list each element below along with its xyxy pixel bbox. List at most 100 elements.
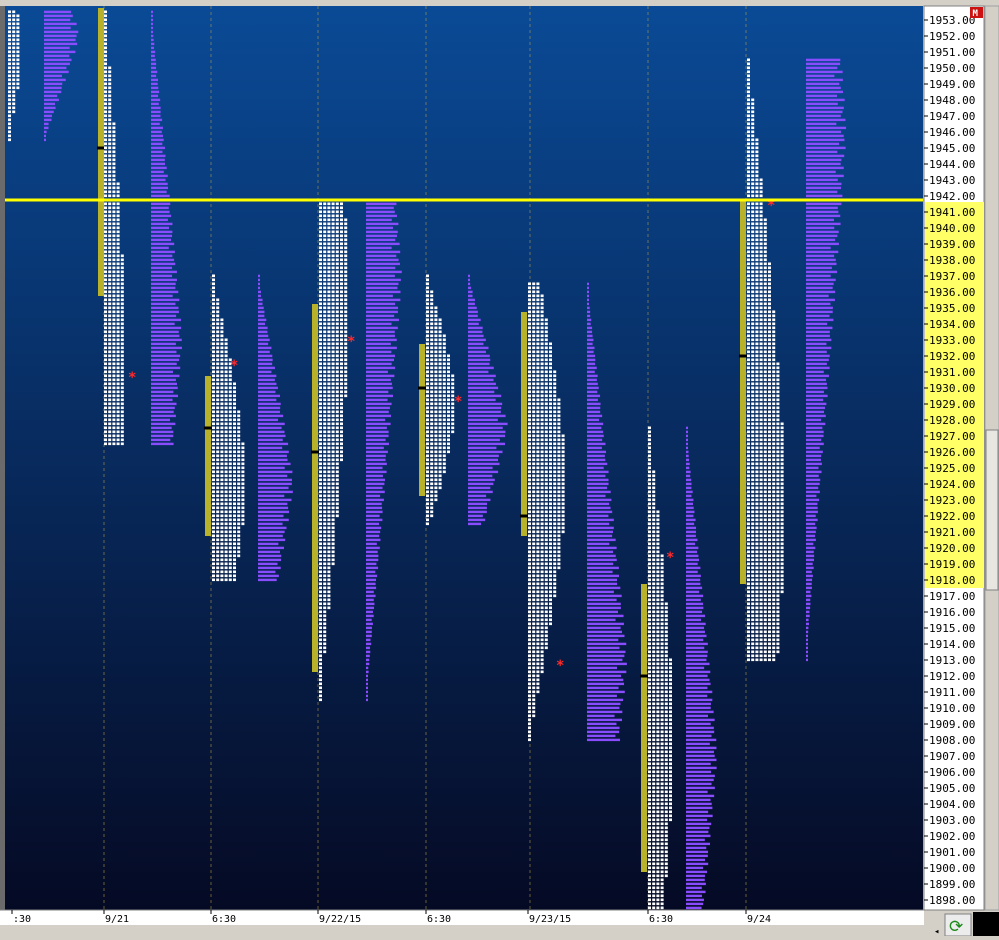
- market-profile-chart[interactable]: * * * * * * * 1953.00 1952.00 1951.00 1950.00 1949…: [0, 0, 999, 937]
- tpo-block: [652, 546, 656, 550]
- tpo-block: [768, 534, 771, 538]
- tpo-block: [652, 822, 656, 826]
- tpo-block: [768, 410, 771, 414]
- tpo-block: [648, 426, 651, 430]
- tpo-block: [747, 486, 750, 490]
- tpo-block: [751, 474, 755, 478]
- tpo-block: [772, 526, 776, 530]
- tpo-block: [112, 406, 116, 410]
- tpo-block: [669, 762, 672, 766]
- tpo-block: [438, 366, 442, 370]
- tpo-block: [212, 294, 215, 298]
- m-badge-label[interactable]: M: [973, 9, 979, 19]
- tpo-block: [340, 438, 343, 442]
- y-tick-label: 1933.00: [929, 334, 975, 347]
- volume-bar: [44, 126, 49, 130]
- tpo-block: [327, 278, 331, 282]
- tpo-block: [656, 642, 660, 646]
- tpo-block: [233, 530, 236, 534]
- tpo-block: [116, 234, 120, 238]
- tpo-block: [664, 750, 668, 754]
- volume-bar: [468, 310, 478, 314]
- volume-bar: [686, 882, 706, 886]
- tpo-block: [319, 294, 322, 298]
- tpo-block: [656, 586, 660, 590]
- tpo-block: [759, 414, 763, 418]
- tpo-block: [549, 562, 552, 566]
- tpo-block: [112, 210, 116, 214]
- volume-bar: [587, 638, 619, 642]
- volume-bar: [806, 442, 824, 446]
- tpo-block: [233, 434, 236, 438]
- tpo-block: [763, 246, 767, 250]
- tpo-block: [438, 386, 442, 390]
- tpo-block: [528, 370, 531, 374]
- volume-bar: [258, 414, 284, 418]
- initial-balance-marker: *: [454, 394, 462, 410]
- refresh-icon[interactable]: ⟳: [949, 917, 963, 937]
- horizontal-scrollbar[interactable]: [0, 925, 940, 936]
- tpo-block: [747, 546, 750, 550]
- tpo-block: [664, 698, 668, 702]
- volume-bar: [806, 154, 845, 158]
- tpo-block: [319, 646, 322, 650]
- tpo-block: [228, 378, 232, 382]
- scroll-left-arrow[interactable]: ◂: [934, 927, 939, 937]
- scrollbar-thumb[interactable]: [985, 429, 999, 591]
- tpo-block: [759, 494, 763, 498]
- y-tick-label: 1929.00: [929, 398, 975, 411]
- tpo-block: [237, 538, 241, 542]
- tpo-block: [340, 350, 343, 354]
- tpo-block: [553, 482, 557, 486]
- tpo-block: [660, 610, 664, 614]
- tpo-block: [430, 470, 434, 474]
- tpo-block: [759, 650, 763, 654]
- tpo-block: [331, 418, 335, 422]
- tpo-block: [104, 246, 107, 250]
- tpo-block: [751, 310, 755, 314]
- tpo-block: [751, 394, 755, 398]
- tpo-block: [759, 606, 763, 610]
- tpo-block: [327, 378, 331, 382]
- y-tick-label: 1917.00: [929, 590, 975, 603]
- volume-bar: [686, 590, 700, 594]
- tpo-block: [540, 470, 544, 474]
- tpo-block: [434, 354, 438, 358]
- tpo-block: [780, 494, 784, 498]
- tpo-block: [768, 626, 771, 630]
- volume-bar: [44, 70, 69, 74]
- tpo-block: [323, 582, 327, 586]
- tpo-block: [536, 462, 540, 466]
- tpo-block: [536, 654, 540, 658]
- tpo-block: [652, 494, 656, 498]
- tpo-block: [12, 42, 16, 46]
- volume-bar: [806, 158, 842, 162]
- tpo-block: [768, 542, 771, 546]
- tpo-block: [331, 518, 335, 522]
- tpo-block: [759, 242, 763, 246]
- volume-bar: [366, 210, 395, 214]
- volume-bar: [151, 190, 167, 194]
- tpo-block: [323, 210, 327, 214]
- tpo-block: [327, 426, 331, 430]
- volume-bar: [366, 494, 381, 498]
- tpo-block: [755, 334, 759, 338]
- tpo-block: [780, 486, 784, 490]
- tpo-block: [112, 422, 116, 426]
- y-tick-label: 1903.00: [929, 814, 975, 827]
- volume-bar: [806, 186, 842, 190]
- tpo-block: [442, 458, 446, 462]
- tpo-block: [656, 626, 660, 630]
- tpo-block: [553, 590, 557, 594]
- tpo-block: [108, 294, 112, 298]
- tpo-block: [755, 202, 759, 206]
- tpo-block: [553, 454, 557, 458]
- tpo-block: [532, 486, 536, 490]
- tpo-block: [652, 626, 656, 630]
- volume-bar: [806, 622, 809, 626]
- tpo-block: [544, 394, 548, 398]
- tpo-block: [544, 454, 548, 458]
- tpo-block: [528, 690, 531, 694]
- volume-bar: [806, 422, 826, 426]
- tpo-block: [772, 334, 776, 338]
